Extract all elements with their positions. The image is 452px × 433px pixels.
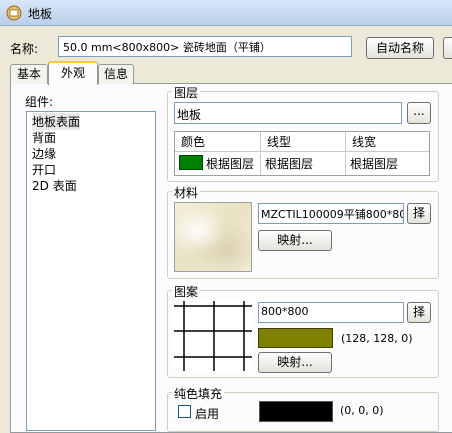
material-input[interactable]: MZCTIL100009平铺800*800 [258, 203, 404, 224]
tab-basic[interactable]: 基本 [10, 64, 48, 84]
name-input[interactable]: 50.0 mm<800x800> 瓷砖地面（平铺） [58, 36, 352, 57]
layer-group-title: 图层 [172, 84, 201, 101]
title-bar [0, 0, 452, 26]
pattern-input[interactable]: 800*800 [258, 302, 404, 323]
component-item-surface[interactable]: 地板表面 [32, 113, 81, 130]
pattern-group-title: 图案 [172, 283, 201, 300]
pattern-map-button[interactable]: 映射... [258, 352, 332, 373]
window-title: 地板 [28, 7, 53, 21]
fill-rgb-value: (0, 0, 0) [340, 404, 384, 417]
layer-color-value: 根据图层 [206, 157, 255, 171]
component-item-back[interactable]: 背面 [32, 129, 56, 146]
pattern-select-button[interactable]: 择 [407, 302, 431, 323]
column-header-lineweight: 线宽 [346, 132, 429, 152]
pattern-color-button[interactable] [258, 328, 333, 348]
component-item-2d-surface[interactable]: 2D 表面 [32, 177, 77, 194]
pattern-rgb-value: (128, 128, 0) [341, 332, 413, 345]
components-label: 组件: [25, 95, 54, 109]
pattern-preview-image [174, 301, 252, 371]
column-header-color: 颜色 [175, 132, 261, 152]
name-label: 名称: [10, 42, 39, 56]
components-list[interactable]: 地板表面 背面 边缘 开口 2D 表面 [26, 111, 156, 431]
material-preview-image [174, 202, 252, 272]
layer-linetype-cell[interactable]: 根据图层 [261, 153, 346, 175]
tab-appearance[interactable]: 外观 [48, 61, 98, 85]
layer-lineweight-cell[interactable]: 根据图层 [346, 153, 429, 175]
enable-fill-label: 启用 [195, 407, 220, 421]
fill-color-button[interactable] [259, 401, 333, 422]
color-swatch [179, 155, 203, 170]
enable-fill-checkbox[interactable] [178, 405, 191, 418]
layer-input[interactable]: 地板 [174, 102, 402, 124]
layer-properties-table: 颜色 线型 线宽 根据图层 根据图层 根据图层 [174, 131, 430, 176]
material-map-button[interactable]: 映射... [258, 230, 332, 251]
layer-color-cell[interactable]: 根据图层 [175, 153, 261, 175]
material-select-button[interactable]: 择 [407, 203, 431, 224]
column-header-linetype: 线型 [261, 132, 346, 152]
layer-browse-button[interactable]: ... [407, 102, 431, 124]
material-group-title: 材料 [172, 184, 201, 201]
name-extra-button[interactable] [443, 37, 452, 59]
tab-info[interactable]: 信息 [98, 64, 134, 84]
component-item-edge[interactable]: 边缘 [32, 145, 56, 162]
solid-fill-group-title: 纯色填充 [172, 385, 225, 402]
auto-name-button[interactable]: 自动名称 [366, 37, 434, 59]
component-item-opening[interactable]: 开口 [32, 161, 56, 178]
app-icon [6, 5, 22, 21]
